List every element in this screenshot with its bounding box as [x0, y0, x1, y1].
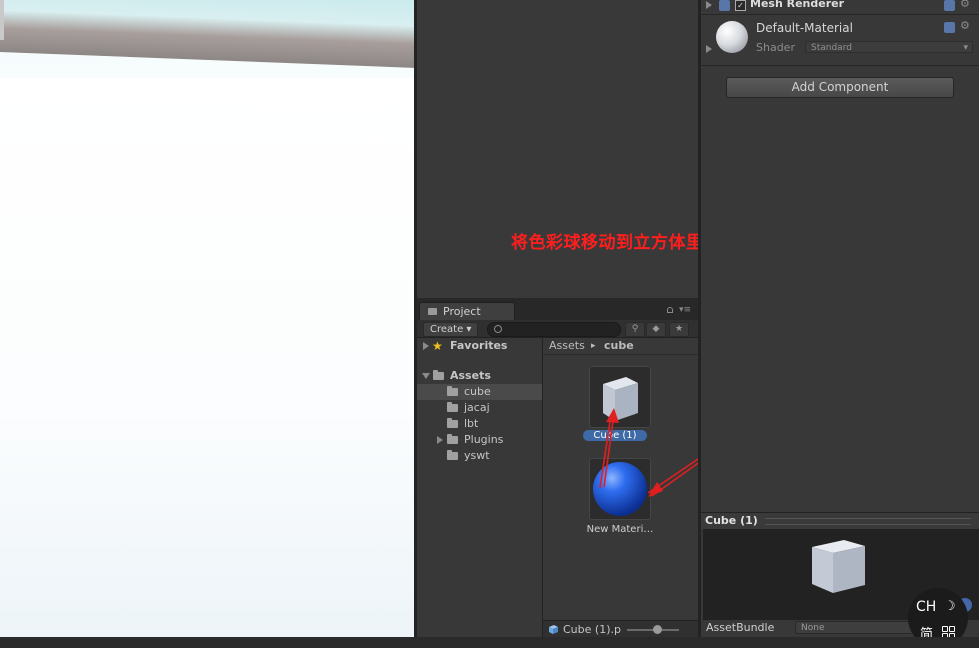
expand-arrow-icon[interactable]	[706, 1, 712, 9]
shader-value: Standard	[811, 43, 852, 53]
moon-icon: ☽	[944, 599, 956, 614]
help-book-icon[interactable]	[944, 0, 955, 11]
enable-checkbox[interactable]: ✓	[735, 0, 746, 11]
mesh-renderer-icon	[719, 0, 730, 11]
material-row: Default-Material ⚙ Shader Standard ▾	[701, 15, 979, 66]
status-bar	[0, 637, 979, 648]
shader-label: Shader	[756, 41, 795, 54]
assetbundle-dropdown[interactable]: None	[795, 621, 913, 634]
preview-title: Cube (1)	[705, 514, 758, 527]
ime-language: CH	[916, 599, 937, 615]
gear-icon[interactable]: ⚙	[960, 0, 970, 10]
help-book-icon[interactable]	[944, 22, 955, 33]
component-title: Mesh Renderer	[750, 0, 845, 10]
chevron-down-icon: ▾	[963, 43, 968, 53]
material-preview-sphere[interactable]	[716, 21, 748, 53]
material-name: Default-Material	[756, 21, 853, 35]
inspector-panel: ✓ Mesh Renderer ⚙ Default-Material ⚙ Sha…	[701, 0, 979, 512]
gear-icon[interactable]: ⚙	[960, 19, 970, 32]
assetbundle-label: AssetBundle	[706, 621, 775, 634]
shader-dropdown[interactable]: Standard ▾	[805, 41, 973, 53]
drag-handle[interactable]	[765, 518, 971, 525]
preview-header[interactable]: Cube (1)	[701, 512, 979, 529]
cube-preview-icon	[812, 540, 865, 593]
add-component-button[interactable]: Add Component	[726, 77, 954, 98]
expand-arrow-icon[interactable]	[706, 45, 712, 53]
mesh-renderer-header[interactable]: ✓ Mesh Renderer ⚙	[701, 0, 979, 15]
